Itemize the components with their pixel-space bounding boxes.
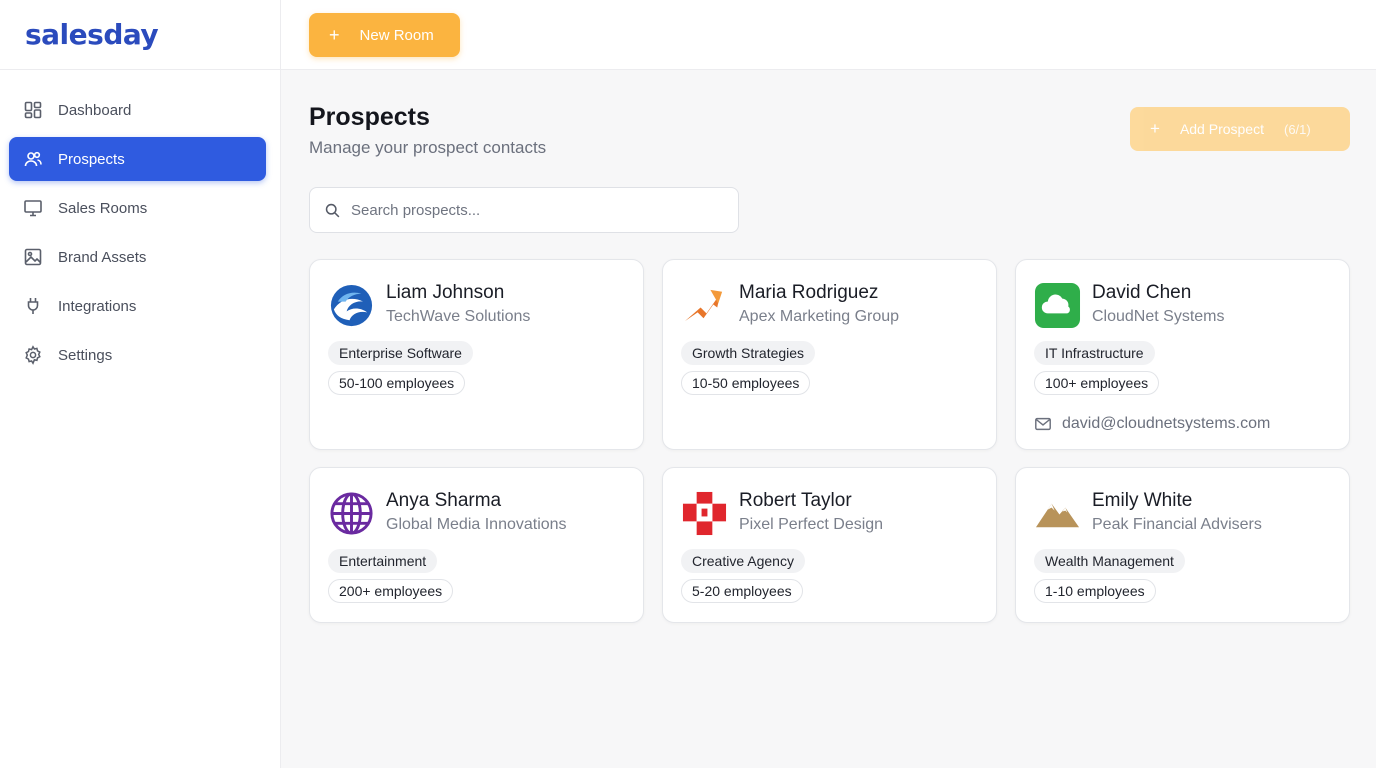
prospect-card[interactable]: Liam Johnson TechWave Solutions Enterpri… <box>309 259 644 450</box>
sidebar-item-label: Prospects <box>58 150 125 168</box>
prospect-card[interactable]: Emily White Peak Financial Advisers Weal… <box>1015 467 1350 623</box>
top-bar: + New Room <box>281 0 1376 70</box>
industry-tag: Wealth Management <box>1034 549 1185 573</box>
prospect-card[interactable]: Maria Rodriguez Apex Marketing Group Gro… <box>662 259 997 450</box>
cloud-logo-icon <box>1034 282 1081 329</box>
prospect-email[interactable]: david@cloudnetsystems.com <box>1034 415 1331 433</box>
sidebar-item-prospects[interactable]: Prospects <box>9 137 266 181</box>
add-prospect-count: (6/1) <box>1284 121 1311 137</box>
plus-icon: + <box>329 25 340 45</box>
prospect-name: Maria Rodriguez <box>739 282 879 303</box>
prospect-name: Liam Johnson <box>386 282 505 303</box>
sidebar-item-label: Integrations <box>58 297 137 315</box>
gear-icon <box>23 345 43 365</box>
dashboard-icon <box>23 100 43 120</box>
sidebar-nav: Dashboard Prospects Sales Rooms Brand As… <box>0 70 280 377</box>
main-content: Prospects Manage your prospect contacts … <box>281 70 1376 768</box>
image-icon <box>23 247 43 267</box>
size-tag: 10-50 employees <box>681 371 811 395</box>
size-tag: 200+ employees <box>328 579 454 603</box>
add-prospect-button[interactable]: + Add Prospect (6/1) <box>1130 107 1350 151</box>
sidebar-item-integrations[interactable]: Integrations <box>9 284 266 328</box>
plus-icon: + <box>1150 119 1160 138</box>
mail-icon <box>1035 417 1051 431</box>
prospect-company: TechWave Solutions <box>386 308 531 325</box>
sidebar-item-label: Brand Assets <box>58 248 147 266</box>
prospect-name: David Chen <box>1092 282 1192 303</box>
add-prospect-label: Add Prospect <box>1179 121 1264 137</box>
prospect-grid: Liam Johnson TechWave Solutions Enterpri… <box>309 259 1350 623</box>
users-icon <box>23 149 43 169</box>
globe-logo-icon <box>328 490 375 537</box>
prospect-company: Pixel Perfect Design <box>739 516 884 533</box>
prospect-company: CloudNet Systems <box>1092 308 1225 325</box>
prospect-card[interactable]: Robert Taylor Pixel Perfect Design Creat… <box>662 467 997 623</box>
monitor-icon <box>23 198 43 218</box>
new-room-label: New Room <box>359 26 434 44</box>
prospect-name: Emily White <box>1092 490 1193 511</box>
email-address: david@cloudnetsystems.com <box>1062 415 1271 432</box>
prospect-company: Apex Marketing Group <box>739 308 900 325</box>
search-icon <box>325 203 340 217</box>
size-tag: 1-10 employees <box>1034 579 1156 603</box>
size-tag: 50-100 employees <box>328 371 466 395</box>
sidebar-item-label: Settings <box>58 346 113 364</box>
prospect-card[interactable]: David Chen CloudNet Systems IT Infrastru… <box>1015 259 1350 450</box>
prospect-name: Robert Taylor <box>739 490 852 511</box>
sidebar-item-dashboard[interactable]: Dashboard <box>9 88 266 132</box>
sidebar-item-label: Sales Rooms <box>58 199 148 217</box>
prospect-card[interactable]: Anya Sharma Global Media Innovations Ent… <box>309 467 644 623</box>
sidebar: salesday Dashboard Prospects Sales Rooms… <box>0 0 281 768</box>
industry-tag: Creative Agency <box>681 549 805 573</box>
brand-name: salesday <box>25 18 159 51</box>
brand-logo[interactable]: salesday <box>0 0 280 70</box>
plug-icon <box>23 296 43 316</box>
search-input[interactable] <box>351 201 721 219</box>
page-subtitle: Manage your prospect contacts <box>309 138 547 157</box>
size-tag: 100+ employees <box>1034 371 1160 395</box>
prospect-name: Anya Sharma <box>386 490 502 511</box>
new-room-button[interactable]: + New Room <box>309 13 460 57</box>
pixel-logo-icon <box>681 490 728 537</box>
industry-tag: Enterprise Software <box>328 341 473 365</box>
industry-tag: IT Infrastructure <box>1034 341 1155 365</box>
mountain-logo-icon <box>1034 490 1081 537</box>
sidebar-item-label: Dashboard <box>58 101 132 119</box>
page-title: Prospects <box>309 103 430 131</box>
sidebar-item-settings[interactable]: Settings <box>9 333 266 377</box>
sidebar-item-brand-assets[interactable]: Brand Assets <box>9 235 266 279</box>
arrow-logo-icon <box>681 282 728 329</box>
search-box <box>309 187 739 233</box>
industry-tag: Growth Strategies <box>681 341 816 365</box>
wave-logo-icon <box>328 282 375 329</box>
size-tag: 5-20 employees <box>681 579 803 603</box>
prospect-company: Global Media Innovations <box>386 516 567 533</box>
sidebar-item-sales-rooms[interactable]: Sales Rooms <box>9 186 266 230</box>
industry-tag: Entertainment <box>328 549 438 573</box>
prospect-company: Peak Financial Advisers <box>1092 516 1262 533</box>
